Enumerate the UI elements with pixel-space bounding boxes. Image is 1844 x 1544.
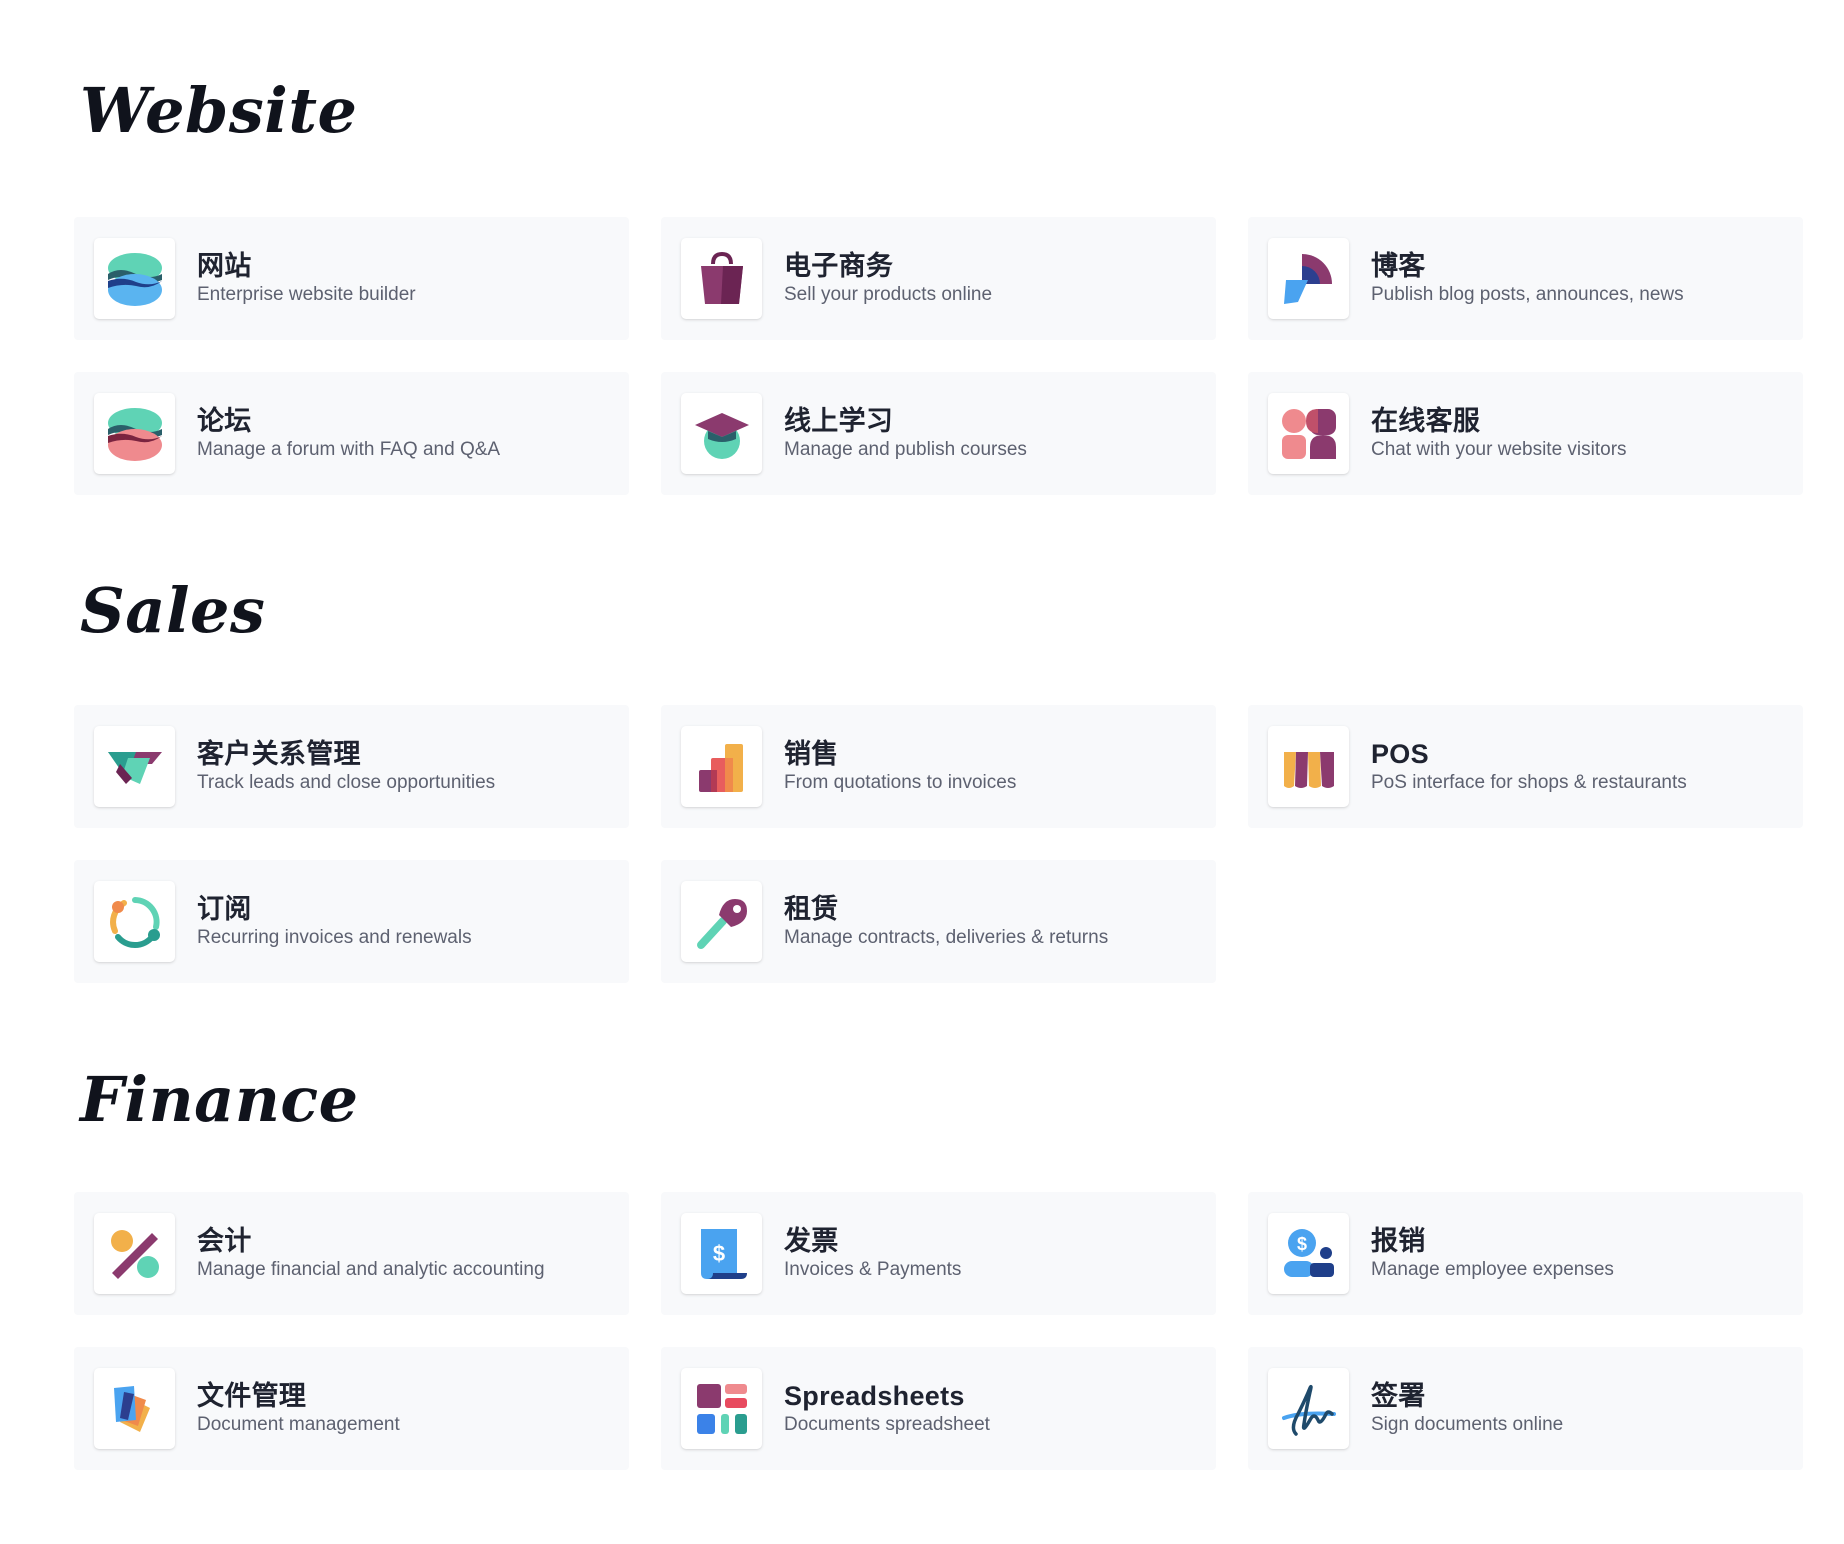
app-name: 报销 — [1371, 1226, 1426, 1256]
app-name: 签署 — [1371, 1381, 1426, 1411]
app-card-rental[interactable]: 租赁 Manage contracts, deliveries & return… — [661, 860, 1216, 983]
app-name: 发票 — [784, 1226, 839, 1256]
svg-text:$: $ — [1296, 1234, 1306, 1254]
app-card-spreadsheets[interactable]: Spreadsheets Documents spreadsheet — [661, 1347, 1216, 1470]
spreadsheet-icon — [681, 1368, 762, 1449]
percent-icon — [94, 1213, 175, 1294]
app-name: 电子商务 — [784, 251, 894, 281]
app-name: 会计 — [197, 1226, 252, 1256]
section-title-website: Website — [80, 74, 358, 147]
app-name: 销售 — [784, 739, 839, 769]
app-description: Sign documents online — [1371, 1414, 1564, 1435]
app-description: Documents spreadsheet — [784, 1414, 990, 1435]
app-description: PoS interface for shops & restaurants — [1371, 772, 1687, 793]
app-name: 文件管理 — [197, 1381, 307, 1411]
app-description: Invoices & Payments — [784, 1259, 962, 1280]
svg-text:$: $ — [712, 1241, 724, 1266]
app-card-accounting[interactable]: 会计 Manage financial and analytic account… — [74, 1192, 629, 1315]
app-description: Manage financial and analytic accounting — [197, 1259, 545, 1280]
app-card-sales[interactable]: 销售 From quotations to invoices — [661, 705, 1216, 828]
app-description: Document management — [197, 1414, 400, 1435]
app-card-forum[interactable]: 论坛 Manage a forum with FAQ and Q&A — [74, 372, 629, 495]
shopping-bag-icon — [681, 238, 762, 319]
handshake-icon — [94, 726, 175, 807]
app-grid-sales: 客户关系管理 Track leads and close opportuniti… — [74, 705, 1803, 983]
app-name: 博客 — [1371, 251, 1426, 281]
signature-icon — [1268, 1368, 1349, 1449]
section-title-finance: Finance — [80, 1063, 359, 1136]
app-card-pos[interactable]: POS PoS interface for shops & restaurant… — [1248, 705, 1803, 828]
app-card-documents[interactable]: 文件管理 Document management — [74, 1347, 629, 1470]
app-description: Chat with your website visitors — [1371, 439, 1627, 460]
app-card-expenses[interactable]: $ 报销 Manage employee expenses — [1248, 1192, 1803, 1315]
app-card-livechat[interactable]: 在线客服 Chat with your website visitors — [1248, 372, 1803, 495]
recurring-circle-icon — [94, 881, 175, 962]
app-name: 论坛 — [197, 406, 252, 436]
app-card-subscriptions[interactable]: 订阅 Recurring invoices and renewals — [74, 860, 629, 983]
app-description: Manage a forum with FAQ and Q&A — [197, 439, 501, 460]
app-description: Recurring invoices and renewals — [197, 927, 472, 948]
app-card-ecommerce[interactable]: 电子商务 Sell your products online — [661, 217, 1216, 340]
website-icon — [94, 238, 175, 319]
app-name: 租赁 — [784, 894, 839, 924]
app-description: From quotations to invoices — [784, 772, 1017, 793]
app-card-crm[interactable]: 客户关系管理 Track leads and close opportuniti… — [74, 705, 629, 828]
shop-awning-icon — [1268, 726, 1349, 807]
bar-chart-icon — [681, 726, 762, 807]
app-card-invoicing[interactable]: $ 发票 Invoices & Payments — [661, 1192, 1216, 1315]
app-description: Manage employee expenses — [1371, 1259, 1614, 1280]
blog-icon — [1268, 238, 1349, 319]
app-description: Sell your products online — [784, 284, 993, 305]
app-card-sign[interactable]: 签署 Sign documents online — [1248, 1347, 1803, 1470]
app-card-website[interactable]: 网站 Enterprise website builder — [74, 217, 629, 340]
app-description: Enterprise website builder — [197, 284, 416, 305]
invoice-dollar-icon: $ — [681, 1213, 762, 1294]
app-description: Manage and publish courses — [784, 439, 1027, 460]
app-name: 客户关系管理 — [197, 739, 361, 769]
expense-person-icon: $ — [1268, 1213, 1349, 1294]
graduation-cap-icon — [681, 393, 762, 474]
app-description: Publish blog posts, announces, news — [1371, 284, 1684, 305]
app-card-elearning[interactable]: 线上学习 Manage and publish courses — [661, 372, 1216, 495]
documents-icon — [94, 1368, 175, 1449]
app-name: POS — [1371, 739, 1429, 769]
key-icon — [681, 881, 762, 962]
forum-icon — [94, 393, 175, 474]
app-description: Manage contracts, deliveries & returns — [784, 927, 1109, 948]
app-name: Spreadsheets — [784, 1381, 965, 1411]
app-grid-website: 网站 Enterprise website builder 电子商务 Sell … — [74, 217, 1803, 495]
live-chat-icon — [1268, 393, 1349, 474]
section-title-sales: Sales — [80, 574, 266, 647]
app-name: 在线客服 — [1371, 406, 1481, 436]
app-card-blog[interactable]: 博客 Publish blog posts, announces, news — [1248, 217, 1803, 340]
app-grid-finance: 会计 Manage financial and analytic account… — [74, 1192, 1803, 1470]
app-name: 网站 — [197, 251, 252, 281]
app-name: 订阅 — [197, 894, 252, 924]
app-name: 线上学习 — [784, 406, 894, 436]
app-description: Track leads and close opportunities — [197, 772, 496, 793]
